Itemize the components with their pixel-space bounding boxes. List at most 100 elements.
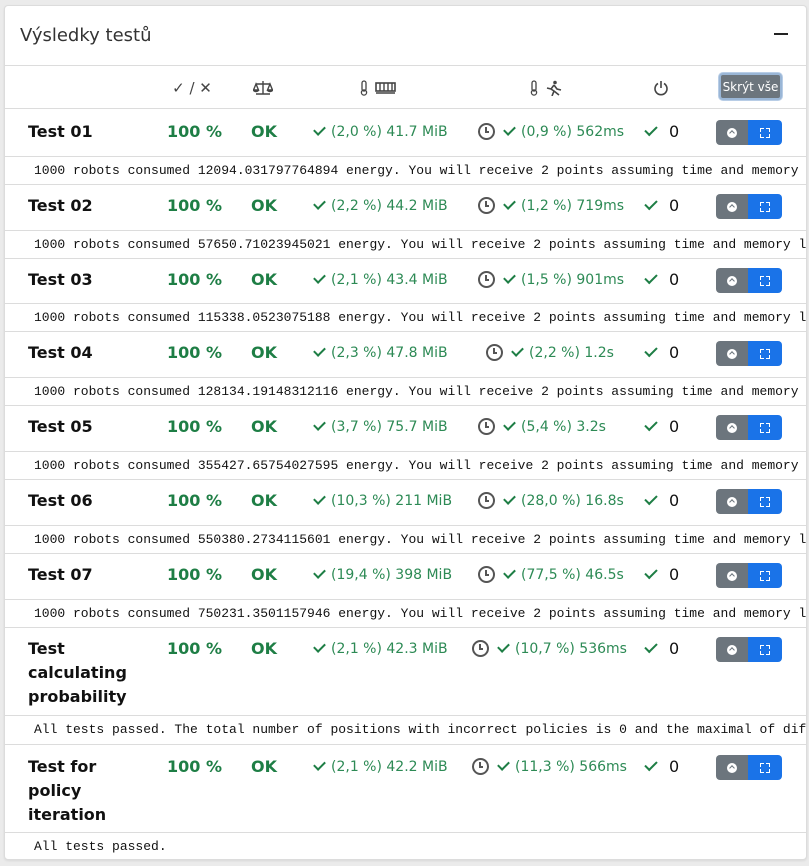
time-value: (2,2 %) 1.2s — [529, 344, 614, 361]
expand-output-button[interactable] — [748, 755, 782, 780]
check-icon — [644, 270, 658, 284]
test-output: 1000 robots consumed 12094.031797764894 … — [5, 157, 806, 185]
card-title: Výsledky testů — [20, 25, 152, 46]
row-actions — [716, 268, 782, 293]
test-score: 100 % — [167, 122, 222, 141]
test-name: Test 07 — [28, 565, 93, 584]
test-verdict: OK — [251, 343, 277, 362]
memory-value: (19,4 %) 398 MiB — [331, 567, 453, 583]
collapse-output-button[interactable] — [716, 341, 748, 366]
check-icon — [503, 565, 516, 579]
expand-output-button[interactable] — [748, 120, 782, 145]
power-icon — [649, 78, 673, 98]
test-verdict: OK — [251, 491, 277, 510]
expand-icon — [760, 348, 770, 359]
clock-icon — [478, 197, 495, 214]
collapse-output-button[interactable] — [716, 268, 748, 293]
test-row: Test 04 100 % OK (2,3 %) 47.8 MiB (2,2 %) 1.… — [5, 330, 806, 378]
row-actions — [716, 415, 782, 440]
test-verdict: OK — [251, 270, 277, 289]
exit-code: 0 — [669, 270, 680, 289]
clock-icon — [478, 123, 495, 140]
test-output: 1000 robots consumed 57650.71023945021 e… — [5, 231, 806, 259]
expand-icon — [760, 201, 770, 212]
exit-code: 0 — [669, 196, 680, 215]
check-icon — [503, 122, 516, 136]
test-memory: (2,1 %) 43.4 MiB — [313, 271, 448, 288]
test-row: Test 01 100 % OK (2,0 %) 41.7 MiB (0,9 %) 56… — [5, 109, 806, 157]
test-row: Test 07 100 % OK (19,4 %) 398 MiB (77,5 %) 4… — [5, 552, 806, 600]
test-verdict: OK — [251, 122, 277, 141]
test-memory: (2,1 %) 42.2 MiB — [313, 758, 448, 775]
row-actions — [716, 120, 782, 145]
test-time: (2,2 %) 1.2s — [486, 343, 614, 361]
collapse-output-button[interactable] — [716, 637, 748, 662]
expand-output-button[interactable] — [748, 194, 782, 219]
test-output-text: 1000 robots consumed 750231.3501157946 e… — [34, 606, 806, 621]
expand-output-button[interactable] — [748, 341, 782, 366]
test-name: Test for policy iteration — [28, 757, 107, 824]
test-time: (1,5 %) 901ms — [478, 270, 624, 288]
minus-icon — [774, 33, 788, 35]
memory-value: (2,1 %) 43.4 MiB — [331, 272, 448, 288]
collapse-output-button[interactable] — [716, 755, 748, 780]
time-value: (11,3 %) 566ms — [515, 758, 627, 775]
card-header: Výsledky testů — [5, 6, 806, 66]
clock-icon — [478, 566, 495, 583]
test-name: Test calculating probability — [28, 639, 127, 706]
chevron-up-circle-icon — [727, 644, 737, 655]
test-row: Test calculating probability 100 % OK (2,1 … — [5, 626, 806, 716]
check-icon — [313, 640, 326, 653]
test-exit: 0 — [644, 196, 680, 215]
expand-output-button[interactable] — [748, 563, 782, 588]
test-name: Test 01 — [28, 122, 93, 141]
expand-output-button[interactable] — [748, 637, 782, 662]
test-memory: (2,0 %) 41.7 MiB — [313, 123, 448, 140]
clock-icon — [478, 492, 495, 509]
memory-value: (2,1 %) 42.2 MiB — [331, 759, 448, 775]
chevron-up-circle-icon — [727, 348, 737, 359]
exit-code: 0 — [669, 565, 680, 584]
test-name: Test 04 — [28, 343, 93, 362]
balance-scale-icon — [251, 78, 275, 98]
check-icon — [644, 196, 658, 210]
test-memory: (2,3 %) 47.8 MiB — [313, 344, 448, 361]
test-time: (5,4 %) 3.2s — [478, 417, 606, 435]
test-exit: 0 — [644, 639, 680, 658]
chevron-up-circle-icon — [727, 275, 737, 286]
test-output-text: 1000 robots consumed 550380.2734115601 e… — [34, 532, 806, 547]
test-exit: 0 — [644, 417, 680, 436]
exit-code: 0 — [669, 639, 680, 658]
test-row: Test for policy iteration 100 % OK (2,1 %) … — [5, 744, 806, 833]
expand-output-button[interactable] — [748, 489, 782, 514]
check-icon — [644, 565, 658, 579]
test-score: 100 % — [167, 417, 222, 436]
check-icon — [313, 271, 326, 284]
exit-code: 0 — [669, 417, 680, 436]
test-output-text: 1000 robots consumed 12094.031797764894 … — [34, 163, 799, 178]
collapse-output-button[interactable] — [716, 563, 748, 588]
expand-output-button[interactable] — [748, 268, 782, 293]
test-time: (28,0 %) 16.8s — [478, 491, 624, 509]
test-output-text: 1000 robots consumed 355427.65754027595 … — [34, 458, 799, 473]
test-time: (1,2 %) 719ms — [478, 196, 624, 214]
test-verdict: OK — [251, 639, 277, 658]
test-exit: 0 — [644, 122, 679, 141]
thermometer-memory-icon — [359, 78, 399, 98]
collapse-output-button[interactable] — [716, 415, 748, 440]
check-icon — [313, 492, 326, 505]
test-score: 100 % — [167, 757, 222, 776]
collapse-output-button[interactable] — [716, 120, 748, 145]
test-output: All tests passed. — [5, 833, 806, 859]
collapse-output-button[interactable] — [716, 194, 748, 219]
check-icon — [313, 123, 326, 136]
test-row: Test 03 100 % OK (2,1 %) 43.4 MiB (1,5 %) 90… — [5, 257, 806, 304]
clock-icon — [472, 758, 489, 775]
test-memory: (3,7 %) 75.7 MiB — [313, 418, 448, 435]
expand-icon — [760, 422, 770, 433]
test-verdict: OK — [251, 417, 277, 436]
hide-all-button[interactable]: Skrýt vše — [719, 73, 782, 100]
expand-output-button[interactable] — [748, 415, 782, 440]
test-name: Test 06 — [28, 491, 93, 510]
collapse-output-button[interactable] — [716, 489, 748, 514]
